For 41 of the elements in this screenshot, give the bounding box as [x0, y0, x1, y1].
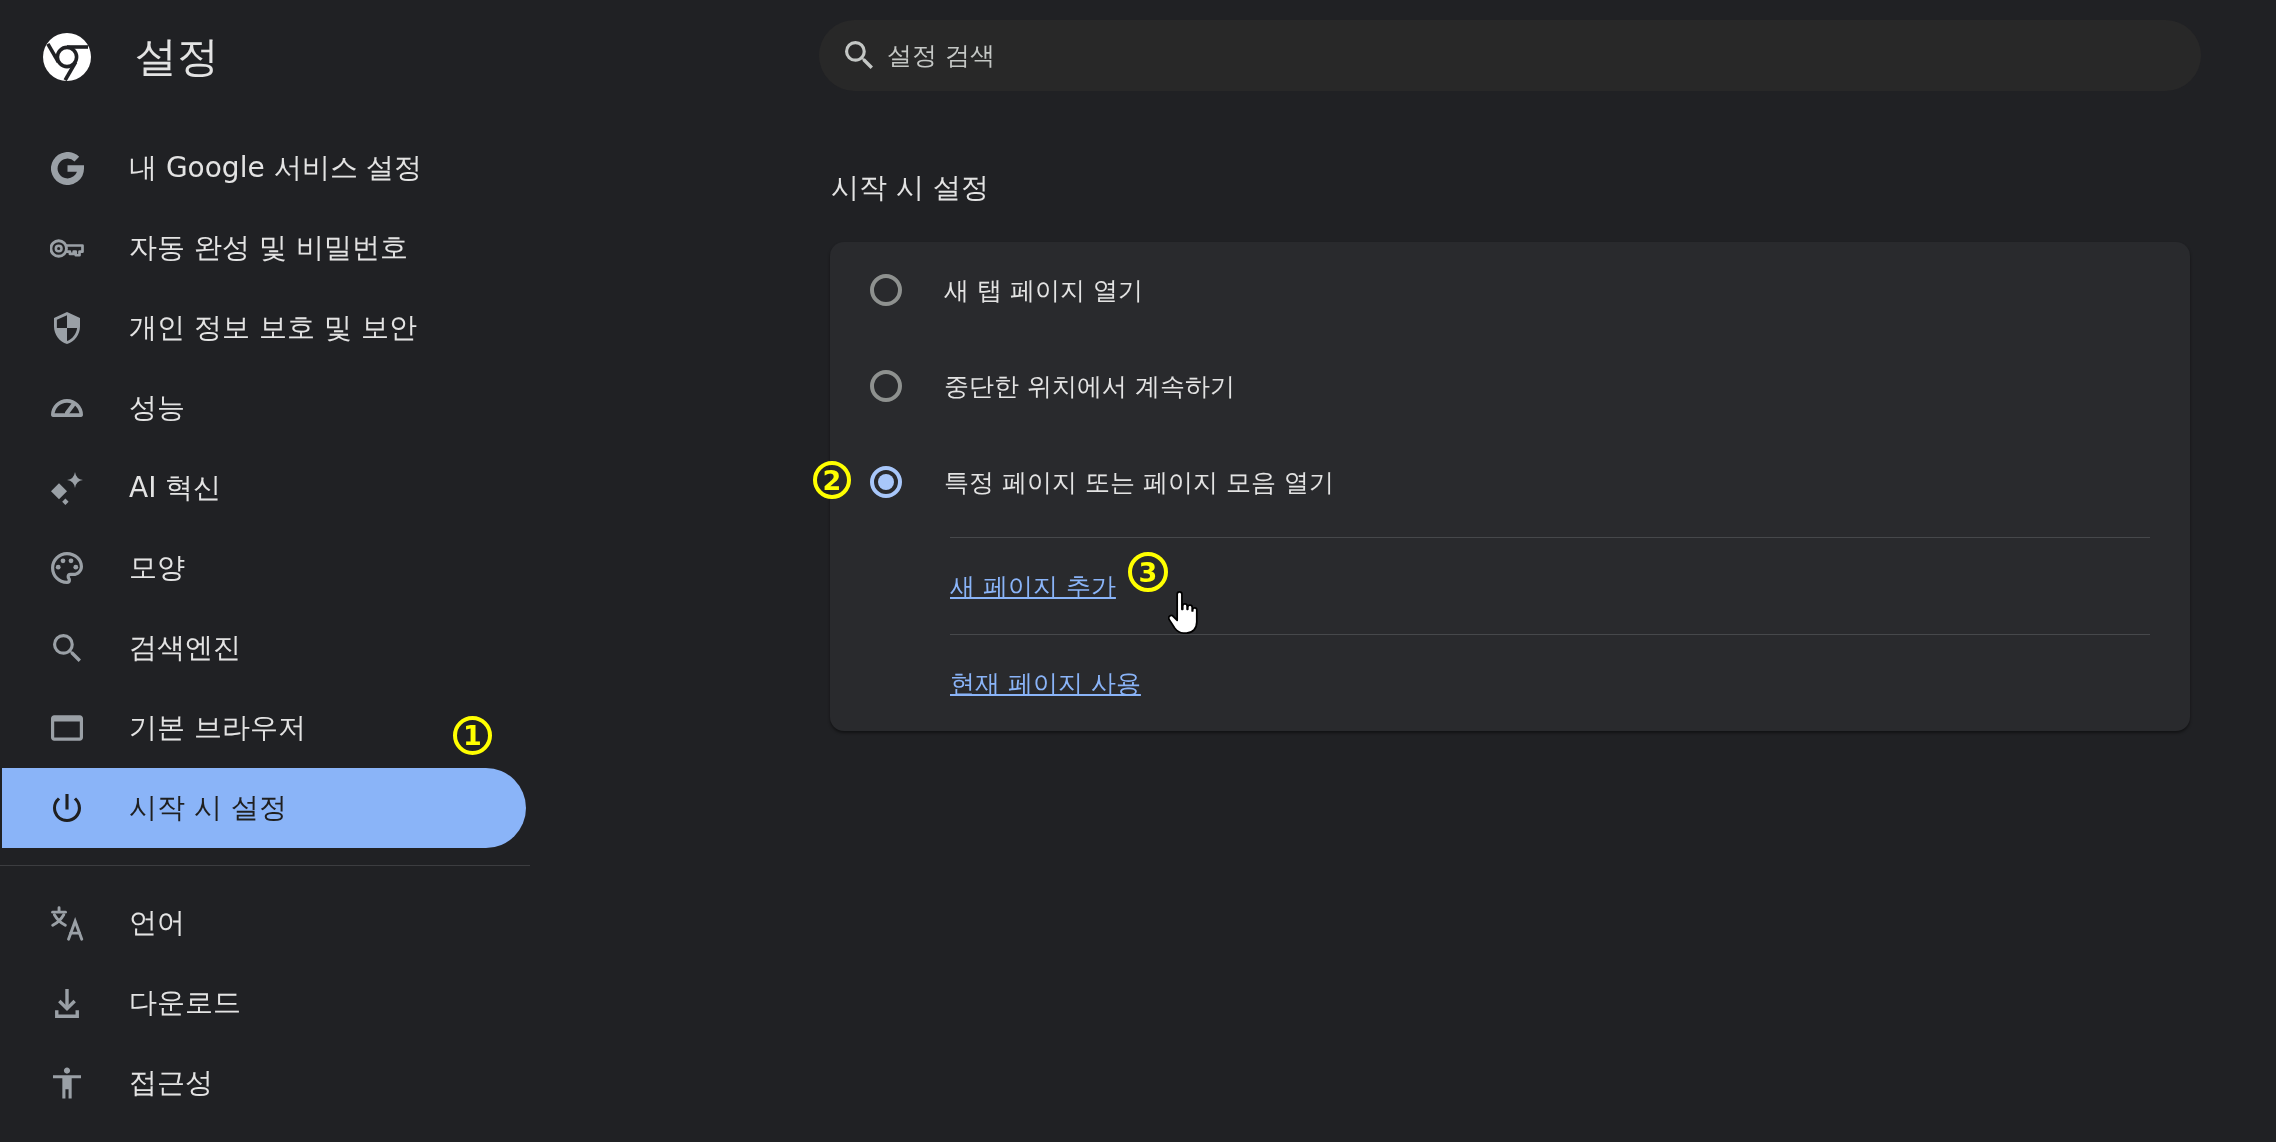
search-icon	[845, 41, 873, 69]
nav-item[interactable]: 언어	[2, 883, 209, 963]
nav-item[interactable]: 검색엔진	[2, 608, 265, 688]
radio-label[interactable]: 중단한 위치에서 계속하기	[944, 369, 1235, 403]
nav-item[interactable]: 시작 시 설정	[2, 768, 526, 848]
search-field[interactable]: 설정 검색	[819, 20, 2201, 91]
radio-button[interactable]	[870, 370, 902, 402]
nav-item[interactable]: AI 혁신	[2, 448, 246, 528]
nav-item[interactable]: 내 Google 서비스 설정	[2, 128, 447, 208]
radio-label[interactable]: 새 탭 페이지 열기	[944, 273, 1143, 307]
accessibility-icon	[53, 1067, 81, 1099]
nav-item[interactable]: 기본 브라우저	[2, 688, 330, 768]
callout-number: 1	[453, 716, 492, 755]
logo-icon	[43, 33, 91, 81]
nav-item[interactable]: 모양	[2, 528, 209, 608]
download-icon	[55, 988, 79, 1018]
key-icon	[50, 238, 84, 258]
browser-window-icon	[51, 715, 83, 741]
nav-item[interactable]: 개인 정보 보호 및 보안	[2, 288, 441, 368]
radio-button[interactable]	[870, 466, 902, 498]
search-icon	[53, 634, 81, 662]
callout-number: 2	[813, 461, 851, 499]
shield-icon	[54, 312, 80, 344]
nav-item[interactable]: 성능	[2, 368, 209, 448]
hand-cursor-icon	[1168, 591, 1199, 634]
radio-button[interactable]	[870, 274, 902, 306]
nav-item[interactable]: 자동 완성 및 비밀번호	[2, 208, 432, 288]
callout-number: 3	[1128, 552, 1168, 592]
nav-item[interactable]: 접근성	[2, 1043, 237, 1123]
page-title: 설정	[135, 31, 219, 83]
section-title: 시작 시 설정	[831, 170, 989, 206]
link[interactable]: 새 페이지 추가	[950, 569, 1116, 603]
sparkle-icon	[51, 471, 83, 505]
palette-icon	[51, 552, 83, 584]
power-icon	[53, 794, 81, 822]
radio-label[interactable]: 특정 페이지 또는 페이지 모음 열기	[944, 465, 1334, 499]
translate-icon	[50, 905, 84, 941]
gauge-icon	[51, 399, 83, 417]
letter-g-icon	[50, 151, 84, 185]
nav-item[interactable]: 다운로드	[2, 963, 265, 1043]
link[interactable]: 현재 페이지 사용	[950, 666, 1141, 700]
